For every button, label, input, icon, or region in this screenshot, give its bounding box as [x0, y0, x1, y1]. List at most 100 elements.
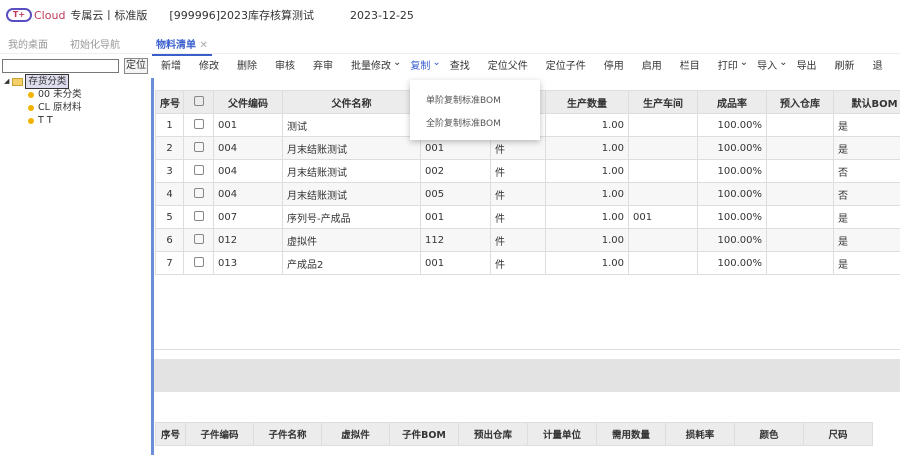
table-cell[interactable]: 是 [833, 251, 900, 275]
tab-bom[interactable]: 物料清单 ✕ [152, 36, 212, 56]
table-cell[interactable]: 1.00 [545, 251, 629, 275]
table-cell[interactable]: 1.00 [545, 205, 629, 229]
table-cell[interactable]: 002 [420, 159, 491, 183]
table-cell[interactable]: 100.00% [697, 251, 767, 275]
table-cell[interactable]: 否 [833, 182, 900, 206]
table-cell[interactable]: 100.00% [697, 182, 767, 206]
table-cell[interactable]: 1.00 [545, 228, 629, 252]
table-row[interactable]: 7 013 产成品2 001 件 1.00 100.00% 是 [155, 251, 900, 275]
tree-item[interactable]: 00 未分类 [28, 88, 82, 101]
table-cell[interactable]: 月末结账测试 [282, 182, 421, 206]
child-column-header[interactable]: 子件名称 [253, 422, 322, 446]
table-cell[interactable]: 是 [833, 136, 900, 160]
table-cell[interactable]: 001 [628, 205, 698, 229]
table-cell[interactable] [766, 205, 834, 229]
tab-init-nav[interactable]: 初始化导航 [70, 36, 120, 51]
toolbar-button[interactable]: 弃审 [313, 58, 333, 76]
toolbar-button[interactable]: 查找 [450, 58, 470, 76]
child-column-header[interactable]: 子件编码 [185, 422, 254, 446]
table-cell[interactable]: 100.00% [697, 113, 767, 137]
tree-item[interactable]: CL 原材料 [28, 101, 82, 114]
table-row[interactable]: 4 004 月末结账测试 005 件 1.00 100.00% 否 [155, 182, 900, 206]
toolbar-button[interactable]: 启用 [642, 58, 662, 76]
table-cell[interactable] [766, 113, 834, 137]
table-cell[interactable]: 1 [155, 113, 184, 137]
toolbar-button[interactable]: 导入 [757, 58, 777, 76]
child-column-header[interactable]: 预出仓库 [458, 422, 528, 446]
select-all-checkbox[interactable] [193, 95, 204, 106]
child-column-header[interactable]: 尺码 [803, 422, 873, 446]
expand-icon[interactable]: ◢ [4, 75, 9, 88]
table-cell[interactable]: 是 [833, 113, 900, 137]
locate-button[interactable]: 定位 [124, 58, 148, 74]
row-checkbox-cell[interactable] [183, 136, 214, 160]
table-row[interactable]: 5 007 序列号-产成品 001 件 1.00 001 100.00% 是 [155, 205, 900, 229]
child-column-header[interactable]: 子件BOM [389, 422, 459, 446]
category-search-input[interactable] [2, 59, 119, 73]
column-header[interactable]: 生产数量 [545, 90, 629, 114]
table-cell[interactable]: 013 [213, 251, 283, 275]
table-cell[interactable]: 001 [213, 113, 283, 137]
close-icon[interactable]: ✕ [199, 40, 207, 51]
table-cell[interactable]: 7 [155, 251, 184, 275]
table-cell[interactable] [766, 159, 834, 183]
table-cell[interactable]: 100.00% [697, 136, 767, 160]
table-cell[interactable]: 1.00 [545, 159, 629, 183]
table-cell[interactable]: 月末结账测试 [282, 159, 421, 183]
table-cell[interactable]: 月末结账测试 [282, 136, 421, 160]
toolbar-button[interactable]: 定位子件 [546, 58, 586, 76]
table-cell[interactable]: 005 [420, 182, 491, 206]
column-header[interactable]: 预入仓库 [766, 90, 834, 114]
toolbar-button[interactable]: 删除 [237, 58, 257, 76]
table-cell[interactable]: 004 [213, 182, 283, 206]
column-header[interactable]: 生产车间 [628, 90, 698, 114]
table-cell[interactable]: 虚拟件 [282, 228, 421, 252]
column-header[interactable]: 默认BOM [833, 90, 900, 114]
child-column-header[interactable]: 计量单位 [527, 422, 597, 446]
table-cell[interactable]: 件 [490, 228, 546, 252]
table-cell[interactable]: 6 [155, 228, 184, 252]
column-header[interactable]: 序号 [155, 90, 184, 114]
toolbar-button[interactable]: 刷新 [835, 58, 855, 76]
toolbar-button[interactable]: 批量修改 [351, 58, 391, 76]
toolbar-button[interactable]: 栏目 [680, 58, 700, 76]
table-cell[interactable]: 测试 [282, 113, 421, 137]
child-column-header[interactable]: 需用数量 [596, 422, 666, 446]
toolbar-button[interactable]: 审核 [275, 58, 295, 76]
row-checkbox[interactable] [193, 210, 204, 221]
chevron-down-icon[interactable]: ⌄ [393, 54, 401, 76]
menu-item-copy-single-level[interactable]: 单阶复制标准BOM [426, 93, 501, 106]
table-cell[interactable]: 件 [490, 182, 546, 206]
table-cell[interactable] [628, 251, 698, 275]
toolbar-button[interactable]: 定位父件 [488, 58, 528, 76]
table-cell[interactable]: 1.00 [545, 113, 629, 137]
row-checkbox-cell[interactable] [183, 251, 214, 275]
chevron-down-icon[interactable]: ⌄ [779, 54, 787, 76]
row-checkbox-cell[interactable] [183, 205, 214, 229]
table-cell[interactable] [628, 136, 698, 160]
tree-root[interactable]: ◢ 存货分类 [4, 74, 82, 89]
table-cell[interactable]: 件 [490, 251, 546, 275]
toolbar-button[interactable]: 导出 [797, 58, 817, 76]
row-checkbox[interactable] [193, 233, 204, 244]
column-header[interactable]: 父件名称 [282, 90, 421, 114]
table-cell[interactable]: 100.00% [697, 159, 767, 183]
table-cell[interactable] [766, 182, 834, 206]
toolbar-button[interactable]: 新增 [161, 58, 181, 76]
row-checkbox-cell[interactable] [183, 159, 214, 183]
table-cell[interactable]: 是 [833, 205, 900, 229]
table-cell[interactable] [628, 182, 698, 206]
splitter[interactable] [151, 78, 154, 455]
table-cell[interactable]: 件 [490, 205, 546, 229]
tab-desktop[interactable]: 我的桌面 [8, 36, 48, 51]
row-checkbox-cell[interactable] [183, 228, 214, 252]
table-cell[interactable]: 001 [420, 251, 491, 275]
table-row[interactable]: 6 012 虚拟件 112 件 1.00 100.00% 是 [155, 228, 900, 252]
table-cell[interactable]: 007 [213, 205, 283, 229]
row-checkbox[interactable] [193, 187, 204, 198]
table-cell[interactable] [766, 228, 834, 252]
table-cell[interactable]: 112 [420, 228, 491, 252]
table-cell[interactable]: 100.00% [697, 228, 767, 252]
child-column-header[interactable]: 序号 [155, 422, 186, 446]
row-checkbox[interactable] [193, 164, 204, 175]
